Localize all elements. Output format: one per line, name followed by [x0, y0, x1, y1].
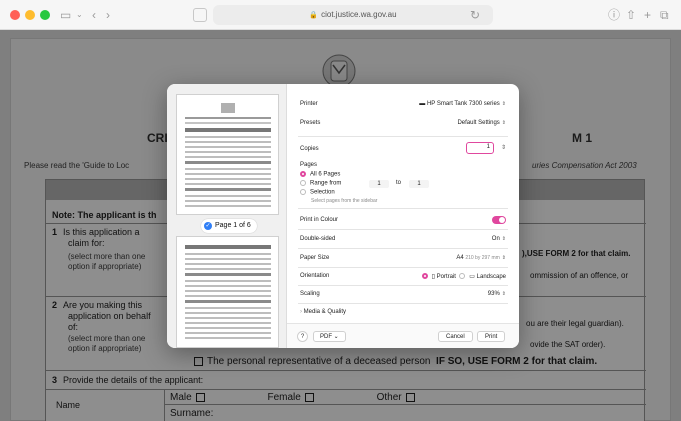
print-preview-sidebar[interactable]: ✓ Page 1 of 6 [167, 84, 287, 348]
female-checkbox[interactable] [304, 392, 314, 402]
all-pages-radio[interactable] [300, 171, 306, 177]
page-thumbnail-2[interactable] [176, 236, 279, 348]
question-1: 1 Is this application a [52, 227, 140, 237]
applicant-note: Note: The applicant is th [52, 210, 157, 220]
presets-select[interactable]: Default Settings [457, 120, 499, 126]
all-pages-option[interactable]: All 6 Pages [300, 171, 340, 178]
scaling-stepper[interactable]: ⇕ [502, 291, 506, 297]
deceased-checkbox[interactable] [194, 356, 203, 366]
question-1-sub2: option if appropriate) [68, 262, 142, 271]
print-button[interactable]: Print [477, 331, 506, 342]
surname-label: Surname: [170, 408, 214, 419]
selection-radio[interactable] [300, 189, 306, 195]
act-text: uries Compensation Act 2003 [532, 161, 637, 170]
range-radio[interactable] [300, 180, 306, 186]
guide-text: Please read the 'Guide to Loc [24, 161, 130, 170]
chevron-updown-icon: ⇕ [501, 236, 506, 242]
share-icon[interactable]: ⇧ [626, 6, 636, 24]
question-2-sub2: option if appropriate) [68, 344, 142, 353]
double-sided-select[interactable]: On [492, 236, 500, 242]
range-option[interactable]: Range from [300, 180, 341, 187]
print-settings: Printer ▬ HP Smart Tank 7300 series ⇕ Pre… [298, 101, 508, 315]
question-2: 2 Are you making this [52, 300, 143, 310]
question-2-sub1: (select more than one [68, 334, 146, 343]
help-button[interactable]: ? [297, 331, 308, 342]
portrait-radio[interactable] [421, 273, 428, 280]
download-icon[interactable]: ⓘ [608, 6, 620, 24]
cancel-button[interactable]: Cancel [438, 331, 473, 342]
printer-select[interactable]: HP Smart Tank 7300 series [427, 101, 500, 107]
checkmark-icon[interactable]: ✓ [204, 222, 212, 230]
portrait-icon: ▯ [431, 274, 435, 280]
range-to-label: to [396, 180, 402, 186]
page-favicon-icon [193, 8, 207, 22]
forward-icon[interactable]: › [106, 6, 110, 24]
male-checkbox[interactable] [195, 392, 205, 402]
question-2-right2: ovide the SAT order). [530, 340, 606, 349]
question-2-line2: application on behalf [68, 311, 151, 321]
name-label: Name [56, 400, 81, 410]
chevron-down-icon[interactable]: ⌄ [76, 6, 83, 24]
chevron-updown-icon: ⇕ [501, 120, 506, 126]
question-1-right2: ommission of an offence, or [530, 271, 629, 280]
print-dialog: ✓ Page 1 of 6 Printer ▬ HP Smart Tank 73… [167, 84, 519, 348]
question-3: 3 Provide the details of the applicant: [52, 375, 204, 385]
chevron-down-icon: ⌄ [333, 334, 339, 340]
paper-size-select[interactable]: A4 [456, 255, 463, 261]
question-2-right1: ou are their legal guardian). [526, 319, 624, 328]
close-window-button[interactable] [10, 10, 20, 20]
colour-toggle[interactable] [492, 216, 506, 224]
range-from-input[interactable]: 1 [369, 180, 389, 188]
tab-overview-icon[interactable]: ⧉ [660, 6, 669, 24]
address-bar[interactable]: 🔒 ciot.justice.wa.gov.au [213, 5, 493, 25]
chevron-updown-icon: ⇕ [501, 101, 506, 107]
zoom-window-button[interactable] [40, 10, 50, 20]
question-1-sub1: (select more than one [68, 252, 146, 261]
address-url: ciot.justice.wa.gov.au [321, 10, 397, 19]
scaling-input[interactable]: 93% [488, 291, 500, 297]
form-title-right: M 1 [572, 131, 593, 145]
lock-icon: 🔒 [309, 12, 319, 19]
question-1-line2: claim for: [68, 238, 105, 248]
sidebar-toggle-icon[interactable]: ▭ [60, 6, 71, 24]
copies-input[interactable]: 1 [466, 142, 494, 154]
landscape-radio[interactable] [459, 273, 466, 280]
printer-icon: ▬ [419, 101, 427, 107]
page-count-badge: ✓ Page 1 of 6 [201, 219, 257, 233]
question-1-right1: ),USE FORM 2 for that claim. [522, 249, 631, 258]
pages-label: Pages [300, 162, 318, 168]
browser-toolbar: ▭ ⌄ ‹ › 🔒 ciot.justice.wa.gov.au ↻ ⓘ ⇧ + … [0, 0, 681, 30]
back-icon[interactable]: ‹ [92, 6, 96, 24]
paper-dimensions: 210 by 297 mm [465, 255, 500, 261]
page-thumbnail-1[interactable] [176, 94, 279, 215]
question-2-line3: of: [68, 322, 79, 332]
gender-options: Male Female Other [170, 392, 419, 403]
new-tab-icon[interactable]: + [644, 6, 651, 24]
question-2-bottom-option: The personal representative of a decease… [190, 356, 597, 367]
landscape-icon: ▭ [469, 274, 475, 280]
dialog-footer: ? PDF ⌄ Cancel Print [287, 323, 519, 348]
selection-option[interactable]: Selection [300, 189, 335, 196]
minimize-window-button[interactable] [25, 10, 35, 20]
selection-hint: Select pages from the sidebar [311, 198, 378, 204]
chevron-updown-icon: ⇕ [501, 255, 506, 261]
pdf-button[interactable]: PDF ⌄ [313, 331, 346, 342]
range-to-input[interactable]: 1 [409, 180, 429, 188]
other-checkbox[interactable] [405, 392, 415, 402]
copies-stepper[interactable]: ⇕ [501, 144, 506, 151]
reload-icon[interactable]: ↻ [470, 6, 480, 24]
form-title-left: CRI [147, 131, 168, 145]
